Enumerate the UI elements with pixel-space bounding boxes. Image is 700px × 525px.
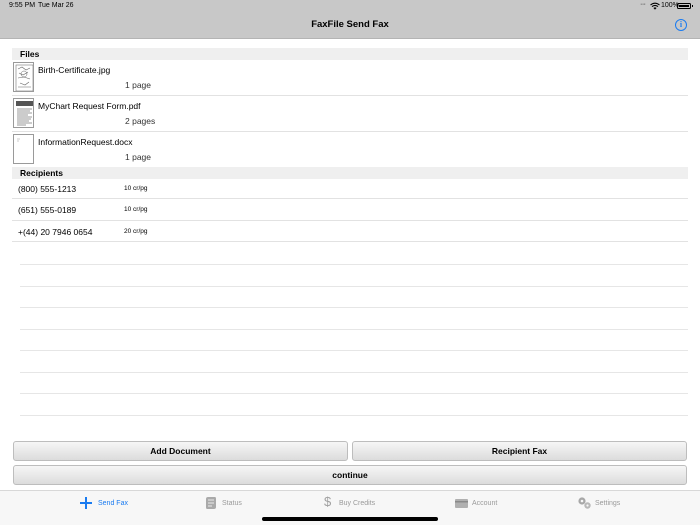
battery-icon bbox=[677, 3, 693, 9]
recipient-rate: 20 cr/pg bbox=[124, 227, 148, 235]
file-name: InformationRequest.docx bbox=[38, 137, 133, 147]
tab-label: Status bbox=[222, 500, 242, 507]
status-bar: 9:55 PM Tue Mar 26 ··· 100% bbox=[0, 0, 700, 12]
scroll-icon bbox=[206, 497, 216, 509]
tab-label: Settings bbox=[595, 500, 621, 507]
file-row[interactable]: InformationRequest.docx 1 page bbox=[12, 132, 688, 168]
recipient-row[interactable]: (651) 555-0189 10 cr/pg bbox=[12, 199, 688, 221]
tab-send-fax[interactable]: Send Fax bbox=[79, 496, 139, 512]
status-time: 9:55 PM bbox=[9, 2, 36, 9]
status-date: Tue Mar 26 bbox=[38, 2, 74, 9]
gears-icon bbox=[578, 497, 591, 509]
tab-account[interactable]: Account bbox=[455, 496, 505, 512]
empty-row-divider bbox=[20, 285, 688, 287]
tab-label: Send Fax bbox=[98, 500, 128, 507]
recipient-row[interactable]: +(44) 20 7946 0654 20 cr/pg bbox=[12, 221, 688, 243]
navigation-bar: FaxFile Send Fax i bbox=[0, 12, 700, 39]
page-title: FaxFile Send Fax bbox=[311, 19, 389, 30]
empty-row-divider bbox=[20, 414, 688, 416]
tab-buy-credits[interactable]: $ Buy Credits bbox=[324, 494, 384, 512]
empty-row-divider bbox=[20, 393, 688, 394]
recipient-rate: 10 cr/pg bbox=[124, 206, 148, 214]
image-thumbnail-icon bbox=[13, 62, 34, 92]
continue-button[interactable]: continue bbox=[13, 465, 687, 485]
document-thumbnail-icon bbox=[13, 134, 34, 164]
file-name: MyChart Request Form.pdf bbox=[38, 101, 141, 111]
send-fax-table: Files Birth-Certificate.jpg 1 page MyCha… bbox=[12, 47, 688, 435]
empty-row-divider bbox=[20, 350, 688, 351]
pdf-thumbnail-icon bbox=[13, 98, 34, 128]
add-document-button[interactable]: Add Document bbox=[13, 441, 348, 461]
recipient-number: (800) 555-1213 bbox=[18, 184, 77, 194]
card-icon bbox=[455, 499, 468, 508]
wifi-icon bbox=[650, 2, 660, 10]
file-name: Birth-Certificate.jpg bbox=[38, 65, 111, 75]
tab-label: Account bbox=[472, 500, 498, 507]
tab-label: Buy Credits bbox=[339, 500, 376, 507]
recipient-fax-button[interactable]: Recipient Fax bbox=[352, 441, 687, 461]
file-row[interactable]: MyChart Request Form.pdf 2 pages bbox=[12, 96, 688, 132]
tab-settings[interactable]: Settings bbox=[577, 496, 627, 512]
recipient-rate: 10 cr/pg bbox=[124, 185, 148, 192]
files-section-header: Files bbox=[12, 48, 688, 60]
info-icon[interactable]: i bbox=[675, 19, 687, 31]
empty-row-divider bbox=[20, 328, 688, 330]
file-page-count: 2 pages bbox=[125, 116, 156, 126]
file-page-count: 1 page bbox=[125, 152, 151, 162]
file-page-count: 1 page bbox=[125, 80, 151, 90]
empty-row-divider bbox=[20, 371, 688, 373]
plus-icon bbox=[80, 497, 92, 509]
dollar-icon: $ bbox=[324, 494, 332, 509]
home-indicator[interactable] bbox=[262, 517, 438, 521]
tab-status[interactable]: Status bbox=[205, 496, 255, 512]
recipient-number: +(44) 20 7946 0654 bbox=[18, 226, 93, 237]
file-row[interactable]: Birth-Certificate.jpg 1 page bbox=[12, 60, 688, 96]
empty-row-divider bbox=[20, 264, 688, 265]
recipient-number: (651) 555-0189 bbox=[18, 205, 77, 216]
cellular-dots-icon: ··· bbox=[640, 1, 646, 8]
recipient-row[interactable]: (800) 555-1213 10 cr/pg bbox=[12, 178, 688, 200]
empty-row-divider bbox=[20, 307, 688, 308]
